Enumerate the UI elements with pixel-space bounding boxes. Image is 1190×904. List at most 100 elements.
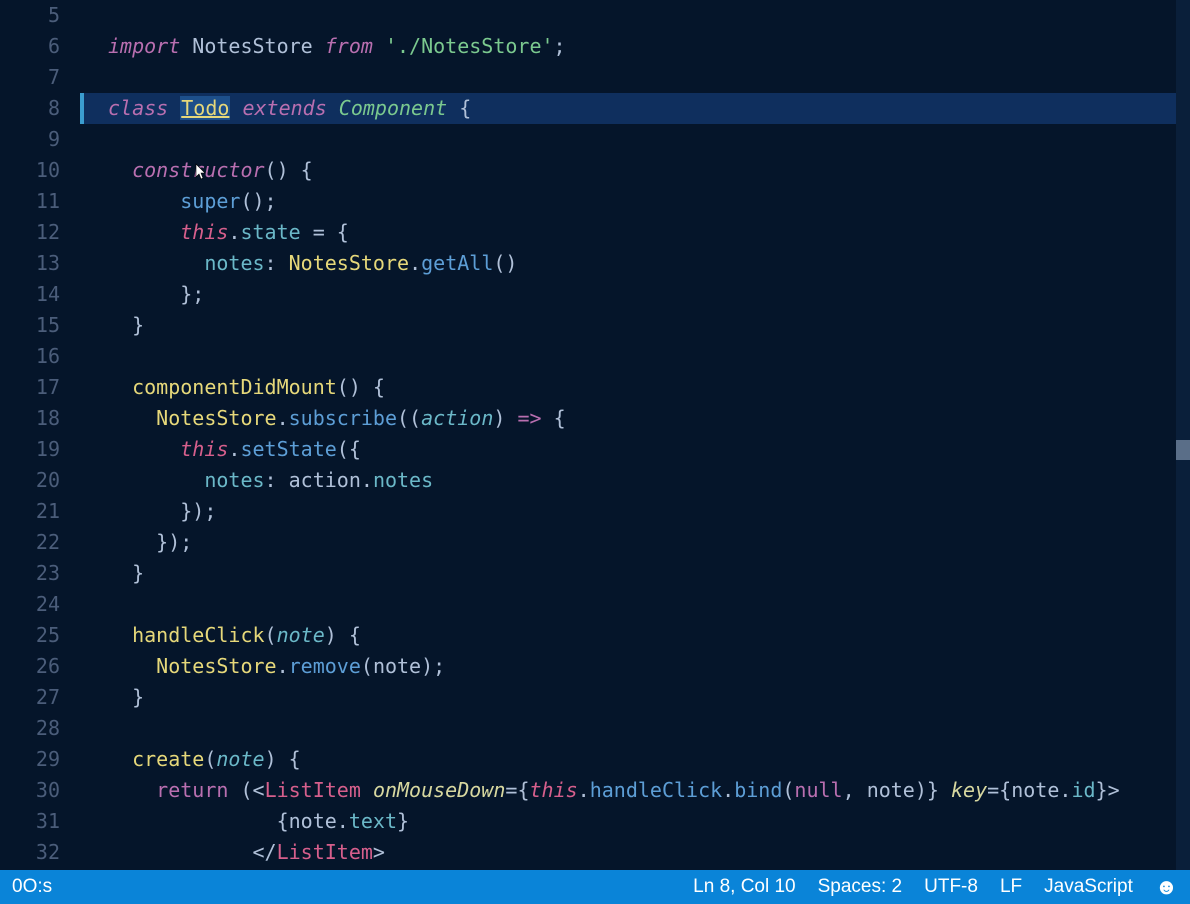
code-token: super: [180, 189, 240, 213]
code-line[interactable]: this.setState({: [80, 434, 1190, 465]
code-line[interactable]: });: [80, 527, 1190, 558]
code-line[interactable]: [80, 0, 1190, 31]
line-number: 22: [0, 527, 60, 558]
code-line[interactable]: [80, 124, 1190, 155]
line-number: 31: [0, 806, 60, 837]
code-line[interactable]: constructor() {: [80, 155, 1190, 186]
code-token: [108, 251, 204, 275]
code-line[interactable]: super();: [80, 186, 1190, 217]
code-line[interactable]: NotesStore.subscribe((action) => {: [80, 403, 1190, 434]
code-token: [108, 220, 180, 244]
code-token: this: [180, 220, 228, 244]
code-token: ListItem: [265, 778, 361, 802]
line-number: 28: [0, 713, 60, 744]
code-line[interactable]: };: [80, 279, 1190, 310]
code-token: class: [108, 96, 180, 120]
line-cursor-indicator: [80, 93, 84, 124]
status-encoding[interactable]: UTF-8: [924, 876, 978, 898]
code-line[interactable]: notes: action.notes: [80, 465, 1190, 496]
code-content[interactable]: import NotesStore from './NotesStore'; cl…: [80, 0, 1190, 870]
code-token: .: [228, 437, 240, 461]
code-token: ();: [240, 189, 276, 213]
status-cursor-position[interactable]: Ln 8, Col 10: [693, 876, 795, 898]
scrollbar-track[interactable]: [1176, 0, 1190, 870]
status-language[interactable]: JavaScript: [1044, 876, 1133, 898]
code-line[interactable]: return (<ListItem onMouseDown={this.hand…: [80, 775, 1190, 806]
code-token: (: [361, 654, 373, 678]
line-number: 8: [0, 93, 60, 124]
code-token: ) {: [265, 747, 301, 771]
code-token: './NotesStore': [385, 34, 554, 58]
code-token: (: [265, 623, 277, 647]
code-token: </: [108, 840, 277, 864]
code-line[interactable]: [80, 589, 1190, 620]
status-eol[interactable]: LF: [1000, 876, 1022, 898]
line-number: 7: [0, 62, 60, 93]
code-line[interactable]: }: [80, 682, 1190, 713]
code-line[interactable]: class Todo extends Component {: [80, 93, 1190, 124]
code-token: .: [1059, 778, 1071, 802]
code-line[interactable]: }: [80, 558, 1190, 589]
line-number: 15: [0, 310, 60, 341]
code-token: }: [397, 809, 409, 833]
code-line[interactable]: create(note) {: [80, 744, 1190, 775]
code-line[interactable]: this.state = {: [80, 217, 1190, 248]
status-left-fragment[interactable]: 0O:s: [12, 876, 52, 898]
code-token: NotesStore: [156, 406, 276, 430]
code-token: () {: [337, 375, 385, 399]
code-token: )}: [915, 778, 939, 802]
code-line[interactable]: {note.text}: [80, 806, 1190, 837]
code-line[interactable]: componentDidMount() {: [80, 372, 1190, 403]
code-line[interactable]: [80, 62, 1190, 93]
code-token: [108, 778, 156, 802]
line-number: 24: [0, 589, 60, 620]
code-token: import: [108, 34, 192, 58]
status-indentation[interactable]: Spaces: 2: [818, 876, 903, 898]
line-number: 29: [0, 744, 60, 775]
code-line[interactable]: </ListItem>: [80, 837, 1190, 868]
code-token: this: [529, 778, 577, 802]
code-token: .: [409, 251, 421, 275]
code-line[interactable]: });: [80, 496, 1190, 527]
line-number: 14: [0, 279, 60, 310]
code-token: [108, 158, 132, 182]
code-token: {: [108, 809, 289, 833]
code-token: NotesStore: [192, 34, 324, 58]
code-token: id: [1071, 778, 1095, 802]
code-token: [108, 189, 180, 213]
line-number: 23: [0, 558, 60, 589]
code-token: return: [156, 778, 228, 802]
code-token: [108, 747, 132, 771]
code-token: Component: [339, 96, 447, 120]
code-token: }: [108, 313, 144, 337]
code-token: note: [373, 654, 421, 678]
code-line[interactable]: }: [80, 310, 1190, 341]
code-token: create: [132, 747, 204, 771]
line-number: 12: [0, 217, 60, 248]
feedback-smiley-icon[interactable]: ☻: [1155, 876, 1178, 898]
code-token: .: [277, 654, 289, 678]
code-token: ({: [337, 437, 361, 461]
code-token: ListItem: [277, 840, 373, 864]
code-line[interactable]: [80, 713, 1190, 744]
code-line[interactable]: handleClick(note) {: [80, 620, 1190, 651]
code-token: [108, 623, 132, 647]
scrollbar-thumb[interactable]: [1176, 440, 1190, 460]
code-line[interactable]: [80, 341, 1190, 372]
editor-area[interactable]: 5678910111213141516171819202122232425262…: [0, 0, 1190, 870]
line-number: 18: [0, 403, 60, 434]
code-token: null: [794, 778, 842, 802]
code-token: ((: [397, 406, 421, 430]
code-token: getAll: [421, 251, 493, 275]
code-token: subscribe: [289, 406, 397, 430]
code-token: (: [228, 778, 252, 802]
code-line[interactable]: NotesStore.remove(note);: [80, 651, 1190, 682]
code-token: =: [987, 778, 999, 802]
code-line[interactable]: import NotesStore from './NotesStore';: [80, 31, 1190, 62]
code-token: notes: [204, 251, 264, 275]
code-token: remove: [289, 654, 361, 678]
code-token: {: [999, 778, 1011, 802]
code-token: <: [253, 778, 265, 802]
code-line[interactable]: notes: NotesStore.getAll(): [80, 248, 1190, 279]
code-token: setState: [240, 437, 336, 461]
